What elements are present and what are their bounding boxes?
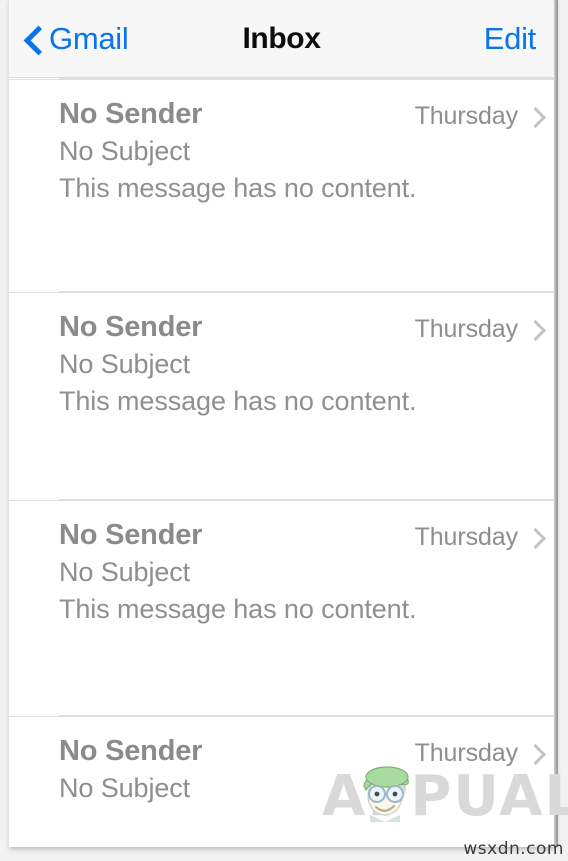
message-date: Thursday <box>414 315 519 343</box>
chevron-right-icon[interactable] <box>528 527 542 549</box>
message-subject: No Subject <box>59 349 191 380</box>
message-date: Thursday <box>414 739 519 767</box>
table-row[interactable]: No Sender No Subject This message has no… <box>9 292 554 499</box>
message-date: Thursday <box>414 102 519 130</box>
table-row[interactable]: No Sender No Subject This message has no… <box>9 79 554 291</box>
device-right-edge <box>554 0 558 847</box>
message-preview: This message has no content. <box>59 593 417 624</box>
message-list: No Sender No Subject This message has no… <box>9 78 554 836</box>
message-date: Thursday <box>414 523 519 551</box>
message-meta: Thursday <box>415 523 542 552</box>
page-title: Inbox <box>242 22 321 55</box>
site-credit: wsxdn.com <box>463 839 564 859</box>
chevron-right-icon[interactable] <box>528 106 542 128</box>
edit-button[interactable]: Edit <box>484 0 537 78</box>
message-meta: Thursday <box>415 315 542 344</box>
message-meta: Thursday <box>415 102 542 131</box>
table-row[interactable]: No Sender No Subject This message has no… <box>9 500 554 715</box>
chevron-right-icon[interactable] <box>528 743 542 765</box>
message-subject: No Subject <box>59 136 191 167</box>
navigation-bar: Gmail Inbox Edit <box>9 0 554 78</box>
mail-app-panel: Gmail Inbox Edit No Sender No Subject Th… <box>8 0 554 847</box>
message-subject: No Subject <box>59 773 191 804</box>
table-row[interactable]: No Sender No Subject Thursday <box>9 716 554 836</box>
message-subject: No Subject <box>59 557 191 588</box>
message-preview: This message has no content. <box>59 172 417 203</box>
screenshot-root: Gmail Inbox Edit No Sender No Subject Th… <box>0 0 568 861</box>
message-meta: Thursday <box>415 739 542 768</box>
message-preview: This message has no content. <box>59 385 417 416</box>
chevron-right-icon[interactable] <box>528 319 542 341</box>
